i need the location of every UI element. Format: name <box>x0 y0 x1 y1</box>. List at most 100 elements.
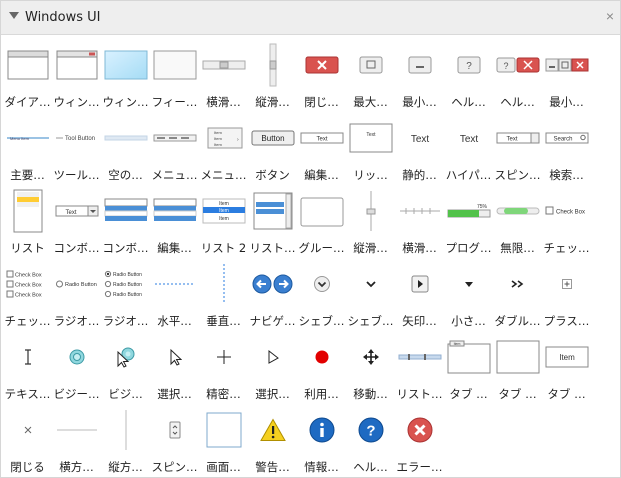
shape-label: ダブル… <box>494 314 541 328</box>
shape-item[interactable]: ビジ… <box>101 333 150 403</box>
shape-label: 縦滑… <box>353 241 388 255</box>
shape-label: ヘル… <box>353 460 388 474</box>
shape-item[interactable]: 無限… <box>493 187 542 257</box>
combo-box-open-icon <box>103 189 148 233</box>
svg-text:Item: Item <box>219 216 229 222</box>
shape-label: エラー… <box>396 460 443 474</box>
shape-item[interactable]: 矢印… <box>395 260 444 330</box>
list-icon <box>5 189 50 233</box>
shape-item[interactable]: 最小… <box>395 41 444 111</box>
shape-item[interactable]: Check Box Check Box Check Box チェッ… <box>3 260 52 330</box>
maximize-button-icon <box>348 43 393 87</box>
shape-item[interactable]: Tool Button ツール… <box>52 114 101 184</box>
shape-item[interactable]: リスト… <box>395 333 444 403</box>
shape-item[interactable]: シェブ… <box>297 260 346 330</box>
shape-item[interactable]: ウィン… <box>101 41 150 111</box>
shape-item[interactable]: Radio Button Radio Button Radio Button ラジオ… <box>101 260 150 330</box>
shape-item[interactable]: 閉じる <box>3 406 52 476</box>
shape-label: スピン… <box>151 460 198 474</box>
svg-text:Item: Item <box>214 142 222 147</box>
shape-item[interactable]: 編集… <box>150 187 199 257</box>
shape-label: ボタン <box>255 168 290 182</box>
shape-item[interactable]: Item タブ … <box>542 333 591 403</box>
close-panel-icon[interactable]: × <box>606 8 614 24</box>
shape-item[interactable]: 選択… <box>248 333 297 403</box>
shape-label: ツール… <box>53 168 100 182</box>
shape-item[interactable]: グルー… <box>297 187 346 257</box>
shape-item[interactable]: プラス… <box>542 260 591 330</box>
shape-item[interactable]: エラー… <box>395 406 444 476</box>
shape-item[interactable]: 横滑… <box>395 187 444 257</box>
shape-item[interactable]: Text スピン… <box>493 114 542 184</box>
shape-item[interactable]: 閉じ… <box>297 41 346 111</box>
shape-item[interactable]: シェブ… <box>346 260 395 330</box>
shape-item[interactable]: 縦方… <box>101 406 150 476</box>
shape-item[interactable]: 情報… <box>297 406 346 476</box>
shape-item[interactable]: Text ハイパ… <box>444 114 493 184</box>
edit-list-icon <box>152 189 197 233</box>
shape-item[interactable]: 垂直… <box>199 260 248 330</box>
svg-text:75%: 75% <box>476 204 487 210</box>
shape-item[interactable]: Text リッ… <box>346 114 395 184</box>
tab-panel-icon: Item <box>446 335 491 379</box>
shape-item[interactable]: フィー… <box>150 41 199 111</box>
svg-text:Item: Item <box>453 342 460 346</box>
shape-label: 選択… <box>255 387 290 401</box>
shape-item[interactable]: リスト… <box>248 187 297 257</box>
shape-item[interactable]: 縦滑… <box>248 41 297 111</box>
shape-item[interactable]: Button ボタン <box>248 114 297 184</box>
shape-label: タブ … <box>547 387 586 401</box>
shape-item[interactable]: Item Item Item リスト 2 <box>199 187 248 257</box>
panel-header[interactable]: Windows UI × <box>1 1 620 35</box>
shape-item[interactable]: 空の… <box>101 114 150 184</box>
shape-item[interactable]: ウィン… <box>52 41 101 111</box>
shape-item[interactable]: メニュ… <box>150 114 199 184</box>
shape-item[interactable]: Check Box チェッ… <box>542 187 591 257</box>
shape-item[interactable]: リスト <box>3 187 52 257</box>
shape-item[interactable]: 小さ… <box>444 260 493 330</box>
shape-item[interactable]: 横滑… <box>199 41 248 111</box>
shape-item[interactable]: 75% プログ… <box>444 187 493 257</box>
double-chevron-icon <box>495 262 540 306</box>
shape-label: タブ … <box>498 387 537 401</box>
shape-item[interactable]: Item Item Item › メニュ… <box>199 114 248 184</box>
shape-item[interactable]: Radio Button ラジオ… <box>52 260 101 330</box>
shape-label: 利用… <box>304 387 339 401</box>
combo-box-icon: Text <box>54 189 99 233</box>
shape-item[interactable]: ? ヘル… <box>444 41 493 111</box>
shape-item[interactable]: 水平… <box>150 260 199 330</box>
shape-label: 無限… <box>500 241 535 255</box>
shape-item[interactable]: 最小… <box>542 41 591 111</box>
shape-item[interactable]: 選択… <box>150 333 199 403</box>
group-box-icon <box>299 189 344 233</box>
shape-item[interactable]: 最大… <box>346 41 395 111</box>
shape-item[interactable]: ダイア… <box>3 41 52 111</box>
shape-item[interactable]: Text 編集… <box>297 114 346 184</box>
shape-item[interactable]: コンボ… <box>101 187 150 257</box>
shape-item[interactable]: ビジー… <box>52 333 101 403</box>
shape-item[interactable]: ? ヘル… <box>346 406 395 476</box>
shape-item[interactable]: Text 静的… <box>395 114 444 184</box>
shape-item[interactable]: 横方… <box>52 406 101 476</box>
shape-item[interactable]: 利用… <box>297 333 346 403</box>
shape-item[interactable]: 移動… <box>346 333 395 403</box>
shape-item[interactable]: スピン… <box>150 406 199 476</box>
shape-item[interactable]: テキス… <box>3 333 52 403</box>
shape-item[interactable]: 画面… <box>199 406 248 476</box>
shape-item[interactable]: ダブル… <box>493 260 542 330</box>
collapse-triangle-icon[interactable] <box>9 12 19 19</box>
shape-item[interactable]: 縦滑… <box>346 187 395 257</box>
screen-icon <box>201 408 246 452</box>
check-box-icon: Check Box <box>544 189 589 233</box>
shape-item[interactable]: 精密… <box>199 333 248 403</box>
shape-label: タブ … <box>449 387 488 401</box>
shape-item[interactable]: ? ヘル… <box>493 41 542 111</box>
shape-item[interactable]: ナビゲ… <box>248 260 297 330</box>
svg-text:?: ? <box>503 61 508 71</box>
shape-item[interactable]: Search 検索… <box>542 114 591 184</box>
shape-item[interactable]: Item タブ … <box>444 333 493 403</box>
shape-item[interactable]: Text コンボ… <box>52 187 101 257</box>
shape-item[interactable]: Menu Item 主要… <box>3 114 52 184</box>
shape-item[interactable]: 警告… <box>248 406 297 476</box>
shape-item[interactable]: タブ … <box>493 333 542 403</box>
